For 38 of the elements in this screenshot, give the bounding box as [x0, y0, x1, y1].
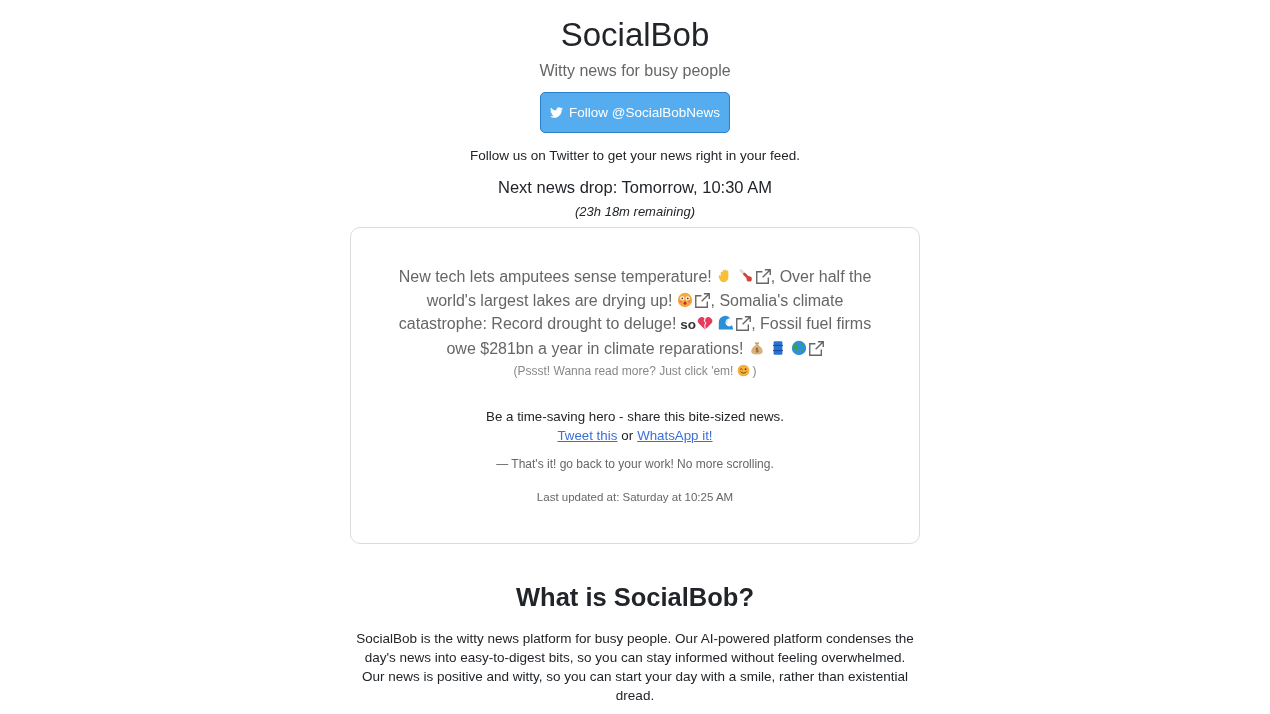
separator-text: ,: [770, 268, 776, 285]
site-title: SocialBob: [560, 15, 710, 55]
separator-text: ,: [751, 315, 756, 332]
flushed-face-icon: [677, 291, 694, 308]
money-bag-icon: [748, 339, 765, 356]
external-link-icon[interactable]: [755, 269, 771, 284]
headline-text: New tech lets amputees sense temperature!: [398, 268, 712, 285]
about-paragraph: SocialBob is the witty news platform for busy people. Our AI-powered platform condenses the day's news into easy-to-digest bits, so you can stay informed without feeling overwhelmed. Our news is positive and witty, so you can start your day with a smile, rather than existential dread.: [355, 630, 915, 705]
follow-note: Follow us on Twitter to get your news right in your feed.: [470, 147, 800, 165]
site-tagline: Witty news for busy people: [539, 61, 731, 81]
joiner-text: or: [621, 427, 634, 445]
globe-icon: [790, 339, 807, 356]
share-link[interactable]: WhatsApp it!: [637, 426, 713, 445]
winking-face-icon: [737, 364, 751, 377]
headline-text: world's largest lakes are drying up!: [426, 291, 673, 309]
outro-text: — That's it! go back to your work! No more scrolling.: [496, 456, 774, 472]
last-updated-text: Last updated at: Saturday at 10:25 AM: [536, 490, 734, 505]
external-link-icon[interactable]: [808, 340, 824, 356]
emoji-text: so: [680, 317, 697, 332]
hint-text: (Pssst! Wanna read more? Just click 'em!: [513, 364, 734, 378]
headline-text: owe $281bn a year in climate reparations!: [446, 339, 744, 357]
headline-text: Somalia's climate: [719, 291, 844, 309]
share-link[interactable]: Tweet this: [557, 426, 618, 445]
share-prompt: Be a time-saving hero - share this bite-sized news.: [486, 408, 784, 426]
hint-text: ): [752, 364, 757, 378]
external-link-icon[interactable]: [695, 292, 711, 308]
headline-text: Fossil fuel firms: [760, 315, 872, 332]
headline-text: catastrophe: Record drought to deluge!: [398, 315, 677, 332]
bird-icon: [550, 107, 563, 118]
about-heading: What is SocialBob?: [516, 582, 754, 613]
external-link-icon[interactable]: [736, 316, 752, 331]
thermometer-icon: [737, 268, 754, 284]
next-drop-text: Next news drop: Tomorrow, 10:30 AM: [498, 177, 772, 197]
wave-icon: [718, 315, 735, 331]
headline-text: Over half the: [779, 268, 872, 285]
broken-heart-icon: [697, 315, 714, 331]
remaining-time: (23h 18m remaining): [575, 203, 695, 220]
separator-text: ,: [710, 291, 715, 309]
